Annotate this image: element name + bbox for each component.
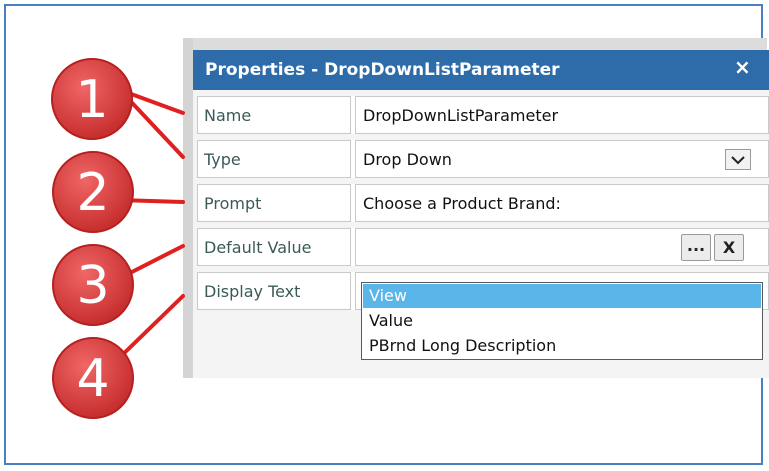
prompt-value: Choose a Product Brand: bbox=[363, 194, 561, 213]
property-label-cell: Prompt bbox=[197, 184, 351, 222]
browse-button[interactable]: ... bbox=[681, 234, 711, 261]
property-label: Type bbox=[204, 150, 241, 169]
name-field[interactable]: DropDownListParameter bbox=[355, 96, 769, 134]
dropdown-option[interactable]: View bbox=[363, 284, 761, 308]
dropdown-option[interactable]: PBrnd Long Description bbox=[363, 334, 761, 358]
panel-top-strip bbox=[183, 38, 767, 50]
property-label: Display Text bbox=[204, 282, 301, 301]
default-value-field[interactable]: ... X bbox=[355, 228, 769, 266]
property-label: Name bbox=[204, 106, 252, 125]
name-value: DropDownListParameter bbox=[363, 106, 559, 125]
property-row-name: Name DropDownListParameter bbox=[197, 96, 769, 134]
display-text-dropdown-list: View Value PBrnd Long Description bbox=[361, 282, 763, 360]
property-row-type: Type Drop Down bbox=[197, 140, 769, 178]
close-icon[interactable]: × bbox=[734, 55, 751, 79]
property-label-cell: Default Value bbox=[197, 228, 351, 266]
type-value: Drop Down bbox=[363, 150, 452, 169]
panel-left-strip bbox=[183, 38, 193, 378]
property-label: Prompt bbox=[204, 194, 262, 213]
panel-title: Properties - DropDownListParameter bbox=[205, 60, 560, 80]
panel-titlebar: Properties - DropDownListParameter × bbox=[193, 50, 769, 90]
clear-button[interactable]: X bbox=[714, 234, 744, 261]
property-row-prompt: Prompt Choose a Product Brand: bbox=[197, 184, 769, 222]
property-label-cell: Name bbox=[197, 96, 351, 134]
prompt-field[interactable]: Choose a Product Brand: bbox=[355, 184, 769, 222]
dropdown-option[interactable]: Value bbox=[363, 309, 761, 333]
type-select[interactable]: Drop Down bbox=[355, 140, 769, 178]
property-row-default-value: Default Value ... X bbox=[197, 228, 769, 266]
property-label-cell: Type bbox=[197, 140, 351, 178]
type-dropdown-button[interactable] bbox=[725, 149, 751, 170]
chevron-down-icon bbox=[731, 156, 745, 165]
property-label: Default Value bbox=[204, 238, 312, 257]
property-label-cell: Display Text bbox=[197, 272, 351, 310]
